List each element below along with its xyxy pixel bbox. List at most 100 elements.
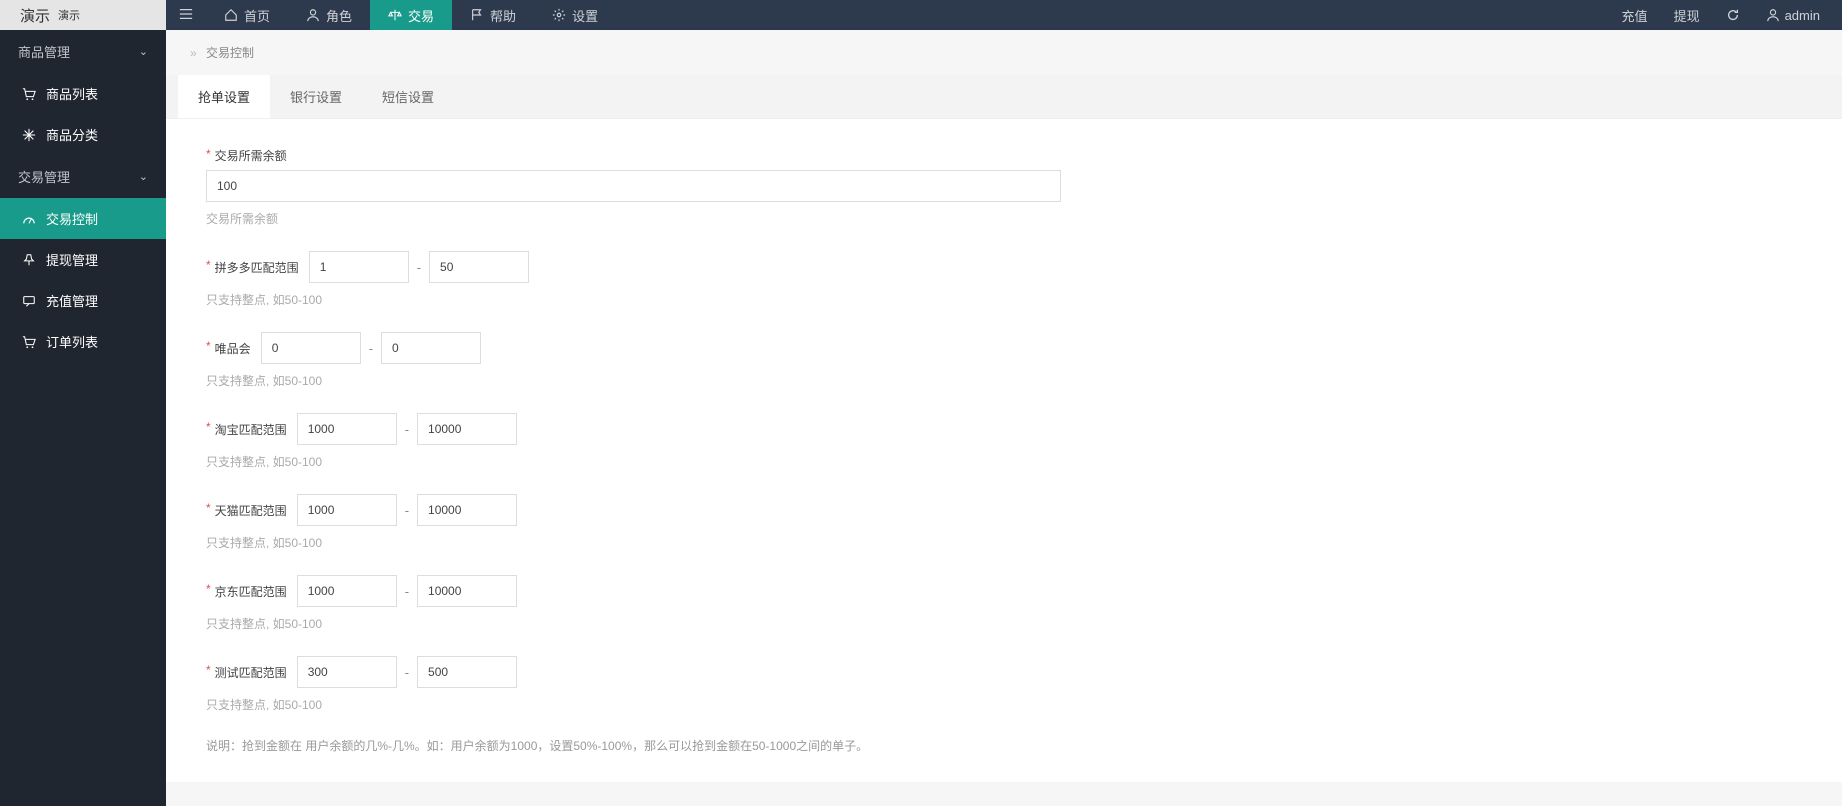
chat-icon (22, 294, 36, 308)
nav-role[interactable]: 角色 (288, 0, 370, 30)
range-min-input[interactable] (297, 413, 397, 445)
nav-label: 首页 (244, 6, 270, 25)
nav-label: 交易 (408, 6, 434, 25)
scale-icon (388, 8, 402, 22)
field-range: *京东匹配范围-只支持整点, 如50-100 (206, 575, 1802, 632)
range-min-input[interactable] (309, 251, 409, 283)
home-icon (224, 8, 238, 22)
pin-icon (22, 253, 36, 267)
sidebar-toggle[interactable] (166, 7, 206, 24)
range-min-input[interactable] (261, 332, 361, 364)
required-mark: * (206, 339, 211, 353)
sidebar-group-products[interactable]: 商品管理 ⌄ (0, 30, 166, 73)
main: » 交易控制 抢单设置 银行设置 短信设置 * 交易所需余额 交易所需余额 (166, 30, 1842, 806)
chevron-down-icon: ⌄ (139, 170, 148, 183)
field-label: 天猫匹配范围 (215, 502, 287, 519)
range-max-input[interactable] (417, 656, 517, 688)
refresh-icon (1726, 8, 1740, 22)
chevron-down-icon: ⌄ (139, 45, 148, 58)
nav-home[interactable]: 首页 (206, 0, 288, 30)
range-max-input[interactable] (417, 494, 517, 526)
sidebar-item-orders[interactable]: 订单列表 (0, 321, 166, 362)
range-min-input[interactable] (297, 575, 397, 607)
nav-settings[interactable]: 设置 (534, 0, 616, 30)
sidebar-item-label: 提现管理 (46, 250, 98, 269)
refresh-button[interactable] (1718, 8, 1748, 22)
brand-suffix: 演示 (58, 7, 80, 23)
nav-label: 设置 (572, 6, 598, 25)
sidebar-item-label: 充值管理 (46, 291, 98, 310)
field-label: 唯品会 (215, 340, 251, 357)
sidebar-item-recharge[interactable]: 充值管理 (0, 280, 166, 321)
gear-icon (552, 8, 566, 22)
recharge-link[interactable]: 充值 (1614, 6, 1656, 25)
range-separator: - (417, 260, 421, 275)
sidebar-item-label: 商品分类 (46, 125, 98, 144)
tab-grab-settings[interactable]: 抢单设置 (178, 75, 270, 118)
required-mark: * (206, 582, 211, 596)
field-balance: * 交易所需余额 交易所需余额 (206, 147, 1802, 227)
sidebar-item-trade-control[interactable]: 交易控制 (0, 198, 166, 239)
nav-label: 帮助 (490, 6, 516, 25)
field-range: * 天猫匹配范围 - 只支持整点, 如50-100 (206, 494, 1802, 551)
field-hint: 只支持整点, 如50-100 (206, 696, 1802, 713)
form-description: 说明：抢到金额在 用户余额的几%-几%。如：用户余额为1000，设置50%-10… (206, 737, 1802, 754)
breadcrumb-current: 交易控制 (206, 46, 254, 60)
nav-items: 首页 角色 交易 帮助 设置 (206, 0, 616, 30)
user-icon (1766, 8, 1780, 22)
sidebar: 商品管理 ⌄ 商品列表 商品分类 交易管理 ⌄ 交易控制 提现管理 充值管理 (0, 30, 166, 806)
panel: 抢单设置 银行设置 短信设置 * 交易所需余额 交易所需余额 *拼多多匹配范围-… (166, 75, 1842, 782)
breadcrumb-sep: » (190, 46, 197, 60)
cart-icon (22, 335, 36, 349)
tab-bank-settings[interactable]: 银行设置 (270, 75, 362, 118)
range-max-input[interactable] (417, 575, 517, 607)
range-max-input[interactable] (381, 332, 481, 364)
snowflake-icon (22, 128, 36, 142)
brand-block: 演示 演示 (0, 0, 166, 30)
range-separator: - (405, 665, 409, 680)
user-icon (306, 8, 320, 22)
range-max-input[interactable] (417, 413, 517, 445)
user-name: admin (1785, 8, 1820, 23)
sidebar-item-label: 订单列表 (46, 332, 98, 351)
required-mark: * (206, 501, 211, 515)
nav-help[interactable]: 帮助 (452, 0, 534, 30)
form: * 交易所需余额 交易所需余额 *拼多多匹配范围-只支持整点, 如50-100*… (166, 119, 1842, 782)
required-mark: * (206, 258, 211, 272)
field-label: 淘宝匹配范围 (215, 421, 287, 438)
required-mark: * (206, 420, 211, 434)
field-range: *拼多多匹配范围-只支持整点, 如50-100 (206, 251, 1802, 308)
tab-sms-settings[interactable]: 短信设置 (362, 75, 454, 118)
field-hint: 只支持整点, 如50-100 (206, 372, 1802, 389)
field-hint: 只支持整点, 如50-100 (206, 615, 1802, 632)
field-label: 测试匹配范围 (215, 664, 287, 681)
field-hint: 交易所需余额 (206, 210, 1802, 227)
sidebar-item-product-category[interactable]: 商品分类 (0, 114, 166, 155)
tabs: 抢单设置 银行设置 短信设置 (166, 75, 1842, 119)
sidebar-item-withdraw[interactable]: 提现管理 (0, 239, 166, 280)
range-min-input[interactable] (297, 494, 397, 526)
sidebar-group-label: 交易管理 (18, 167, 70, 186)
top-nav: 演示 演示 首页 角色 交易 帮助 设置 充值 提现 (0, 0, 1842, 30)
brand-title: 演示 (20, 5, 50, 26)
withdraw-link[interactable]: 提现 (1666, 6, 1708, 25)
flag-icon (470, 8, 484, 22)
nav-right: 充值 提现 admin (1614, 6, 1842, 25)
nav-trade[interactable]: 交易 (370, 0, 452, 30)
field-label: 京东匹配范围 (215, 583, 287, 600)
breadcrumb: » 交易控制 (166, 30, 1842, 75)
user-menu[interactable]: admin (1758, 8, 1828, 23)
field-range: *唯品会-只支持整点, 如50-100 (206, 332, 1802, 389)
range-separator: - (405, 422, 409, 437)
field-hint: 只支持整点, 如50-100 (206, 453, 1802, 470)
balance-input[interactable] (206, 170, 1061, 202)
sidebar-group-trade[interactable]: 交易管理 ⌄ (0, 155, 166, 198)
sidebar-item-product-list[interactable]: 商品列表 (0, 73, 166, 114)
range-min-input[interactable] (297, 656, 397, 688)
range-separator: - (405, 503, 409, 518)
sidebar-group-label: 商品管理 (18, 42, 70, 61)
range-max-input[interactable] (429, 251, 529, 283)
required-mark: * (206, 147, 211, 161)
field-hint: 只支持整点, 如50-100 (206, 534, 1802, 551)
sidebar-item-label: 交易控制 (46, 209, 98, 228)
